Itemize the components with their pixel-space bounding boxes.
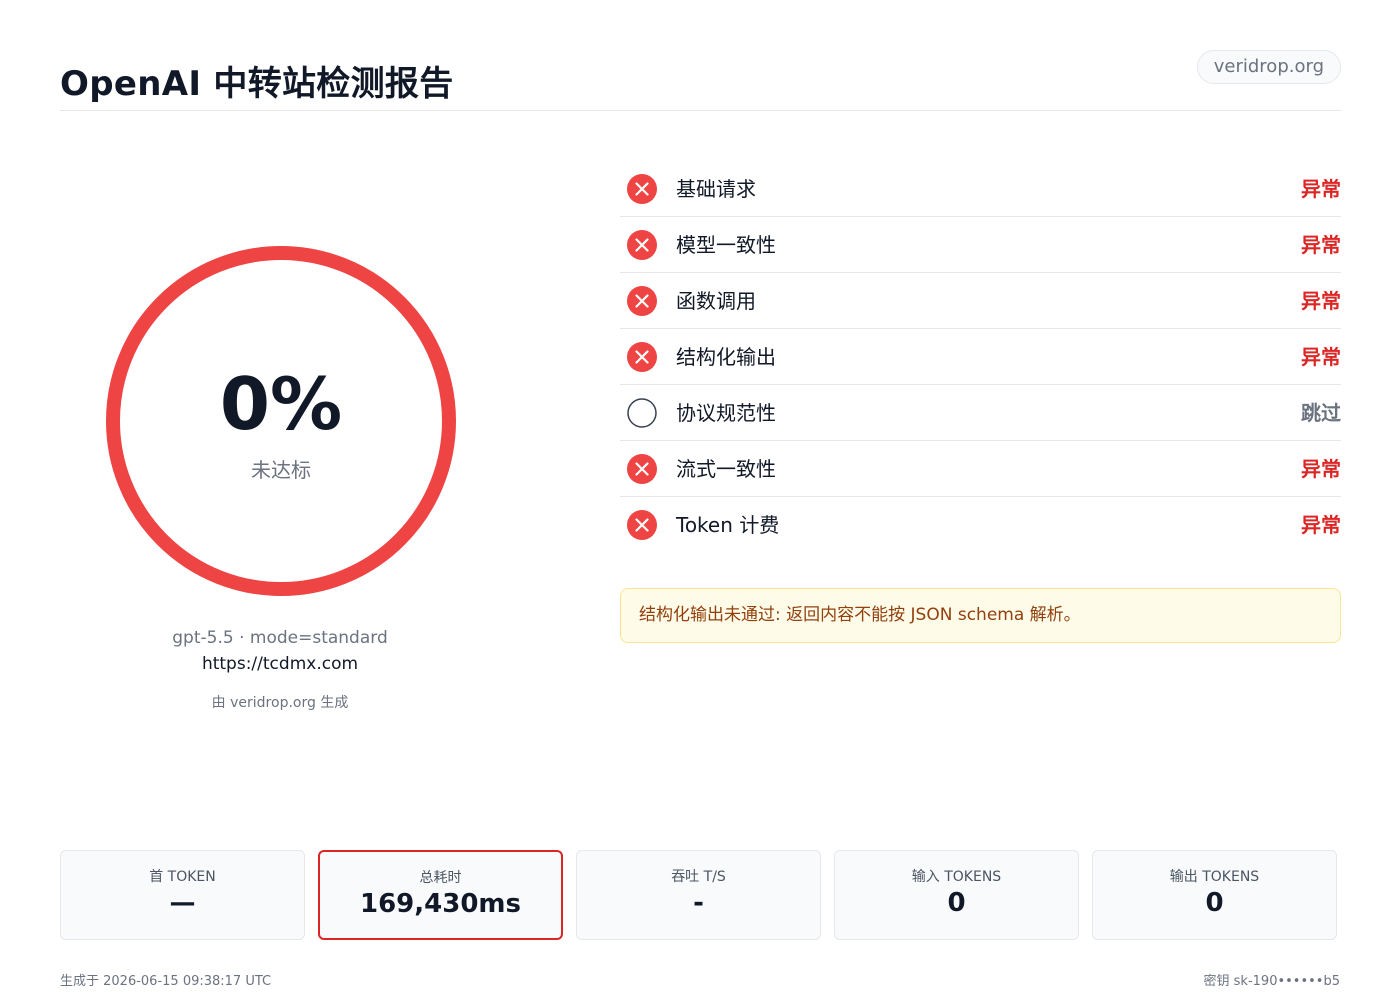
check-name: 函数调用 xyxy=(676,289,756,313)
site-badge[interactable]: veridrop.org xyxy=(1196,50,1341,84)
stat-card: 输入 TOKENS 0 xyxy=(834,850,1079,940)
check-row: Token 计费 异常 xyxy=(620,497,1341,552)
check-status: 异常 xyxy=(1301,177,1341,201)
check-status: 异常 xyxy=(1301,233,1341,257)
report-header: OpenAI 中转站检测报告 veridrop.org xyxy=(60,50,1341,111)
stat-value: — xyxy=(169,888,196,918)
check-row: 函数调用 异常 xyxy=(620,273,1341,329)
check-name: 模型一致性 xyxy=(676,233,776,257)
stat-card: 吞吐 T/S - xyxy=(576,850,821,940)
score-label: 未达标 xyxy=(251,458,311,482)
check-status: 异常 xyxy=(1301,289,1341,313)
fail-x-icon xyxy=(627,342,657,372)
check-row: 流式一致性 异常 xyxy=(620,441,1341,497)
fail-x-icon xyxy=(627,286,657,316)
stat-cards: 首 TOKEN — 总耗时 169,430ms 吞吐 T/S - 输入 TOKENS 0 输出 … xyxy=(60,850,1341,940)
check-status: 异常 xyxy=(1301,345,1341,369)
check-name: Token 计费 xyxy=(676,513,780,537)
check-row: 协议规范性 跳过 xyxy=(620,385,1341,441)
check-name: 基础请求 xyxy=(676,177,756,201)
fail-x-icon xyxy=(627,454,657,484)
failure-notice: 结构化输出未通过: 返回内容不能按 JSON schema 解析。 xyxy=(620,588,1341,643)
stat-value: 0 xyxy=(1205,888,1224,918)
test-meta: gpt-5.5 · mode=standard https://tcdmx.co… xyxy=(60,626,500,712)
check-status: 跳过 xyxy=(1301,401,1341,425)
fail-x-icon xyxy=(627,510,657,540)
score-value: 0% xyxy=(219,362,343,446)
fail-x-icon xyxy=(627,174,657,204)
api-key-masked: 密钥 sk-190••••••b5 xyxy=(1203,974,1340,989)
check-name: 协议规范性 xyxy=(676,401,776,425)
endpoint-url[interactable]: https://tcdmx.com xyxy=(60,650,500,678)
check-row: 模型一致性 异常 xyxy=(620,217,1341,273)
check-name: 结构化输出 xyxy=(676,345,776,369)
skip-circle-icon xyxy=(627,398,657,428)
fail-x-icon xyxy=(627,230,657,260)
page-title: OpenAI 中转站检测报告 xyxy=(60,64,454,104)
stat-card: 总耗时 169,430ms xyxy=(318,850,563,940)
check-row: 基础请求 异常 xyxy=(620,161,1341,217)
stat-value: 0 xyxy=(947,888,966,918)
stat-value: - xyxy=(693,888,704,918)
score-gauge: 0% 未达标 xyxy=(104,244,458,598)
check-status: 异常 xyxy=(1301,513,1341,537)
check-row: 结构化输出 异常 xyxy=(620,329,1341,385)
stat-card: 输出 TOKENS 0 xyxy=(1092,850,1337,940)
stat-value: 169,430ms xyxy=(360,889,521,919)
check-status: 异常 xyxy=(1301,457,1341,481)
check-name: 流式一致性 xyxy=(676,457,776,481)
model-mode-line: gpt-5.5 · mode=standard xyxy=(172,628,388,648)
generated-timestamp: 生成于 2026-06-15 09:38:17 UTC xyxy=(60,974,272,989)
stat-card: 首 TOKEN — xyxy=(60,850,305,940)
check-list: 基础请求 异常 模型一致性 异常 函数调用 异常 结构化输出 异常 协议规范性 跳过 流式一致性 异常… xyxy=(620,161,1341,552)
generated-by: 由 veridrop.org 生成 xyxy=(211,695,349,711)
